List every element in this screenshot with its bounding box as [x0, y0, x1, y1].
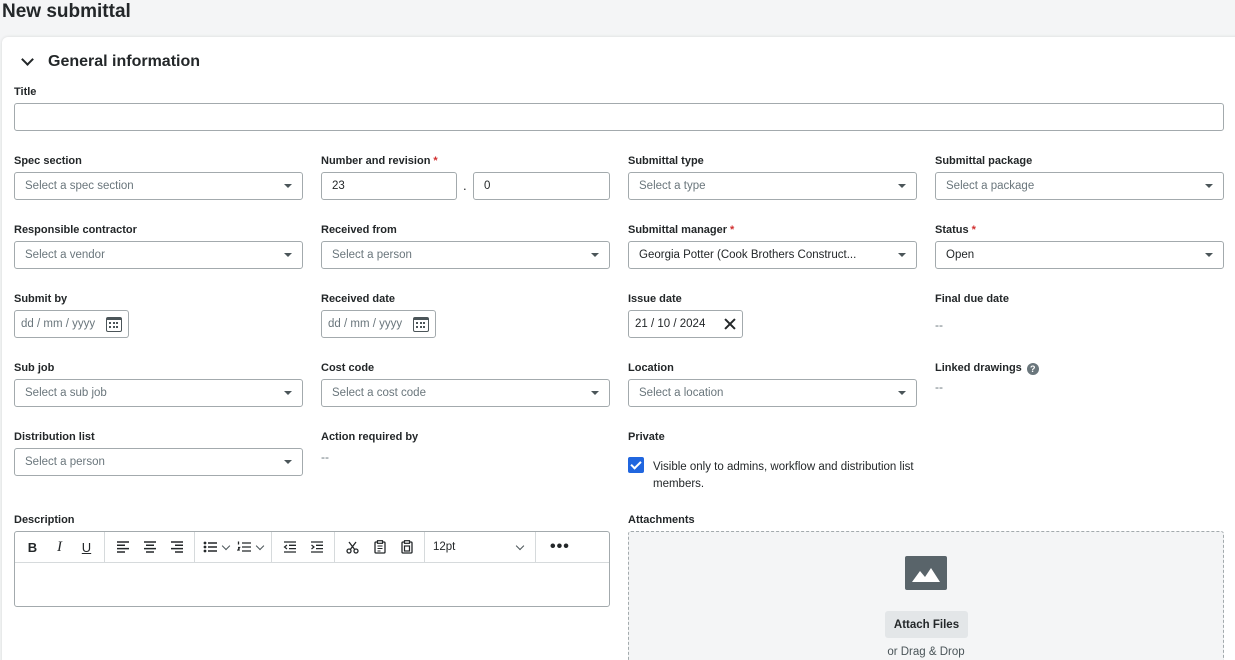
cost-code-select[interactable]: Select a cost code [321, 379, 610, 407]
attachments-dropzone[interactable]: Attach Files or Drag & Drop [628, 531, 1224, 660]
status-label: Status * [935, 224, 976, 236]
action-required-by-label: Action required by [321, 431, 419, 443]
private-checkbox[interactable] [628, 457, 644, 473]
align-center-icon[interactable] [136, 535, 163, 559]
help-icon[interactable]: ? [1026, 363, 1039, 375]
issue-date-input[interactable]: 21 / 10 / 2024 [628, 310, 743, 338]
caret-down-icon [284, 391, 292, 395]
cost-code-label: Cost code [321, 362, 375, 374]
attachments-label: Attachments [628, 514, 695, 526]
numbered-list-button[interactable] [233, 535, 267, 559]
description-label: Description [14, 514, 75, 526]
editor-toolbar: B I U 12pt ••• [15, 532, 609, 563]
distribution-list-label: Distribution list [14, 431, 95, 443]
responsible-contractor-select[interactable]: Select a vendor [14, 241, 303, 269]
caret-down-icon [284, 253, 292, 257]
outdent-icon[interactable] [276, 535, 303, 559]
caret-down-icon [898, 253, 906, 257]
numbered-list-icon [233, 535, 255, 559]
align-left-icon[interactable] [109, 535, 136, 559]
linked-drawings-value: -- [935, 380, 943, 394]
received-date-label: Received date [321, 293, 395, 305]
received-from-label: Received from [321, 224, 397, 236]
submit-by-date-input[interactable]: dd / mm / yyyy [14, 310, 129, 338]
number-revision-label: Number and revision * [321, 155, 438, 167]
submittal-type-label: Submittal type [628, 155, 704, 167]
image-icon [905, 556, 947, 590]
number-revision-separator: . [463, 178, 467, 193]
linked-drawings-label: Linked drawings? [935, 362, 1039, 375]
caret-down-icon [898, 184, 906, 188]
title-input[interactable] [14, 103, 1224, 131]
chevron-down-icon [255, 541, 265, 550]
caret-down-icon [1205, 184, 1213, 188]
submittal-type-select[interactable]: Select a type [628, 172, 917, 200]
status-select[interactable]: Open [935, 241, 1224, 269]
received-from-select[interactable]: Select a person [321, 241, 610, 269]
received-date-input[interactable]: dd / mm / yyyy [321, 310, 436, 338]
location-label: Location [628, 362, 674, 374]
calendar-icon[interactable] [413, 316, 429, 332]
copy-icon[interactable] [366, 535, 393, 559]
bullet-list-button[interactable] [199, 535, 233, 559]
sub-job-label: Sub job [14, 362, 55, 374]
clear-icon[interactable] [724, 318, 736, 330]
spec-section-select[interactable]: Select a spec section [14, 172, 303, 200]
number-input[interactable]: 23 [321, 172, 457, 200]
private-label: Private [628, 431, 665, 443]
location-select[interactable]: Select a location [628, 379, 917, 407]
page-title: New submittal [2, 1, 131, 22]
description-editor[interactable]: B I U 12pt ••• [14, 531, 610, 607]
calendar-icon[interactable] [106, 316, 122, 332]
caret-down-icon [284, 460, 292, 464]
submittal-package-label: Submittal package [935, 155, 1033, 167]
indent-icon[interactable] [303, 535, 330, 559]
chevron-down-icon [515, 541, 525, 550]
more-options-icon[interactable]: ••• [540, 538, 580, 556]
align-right-icon[interactable] [163, 535, 190, 559]
sub-job-select[interactable]: Select a sub job [14, 379, 303, 407]
responsible-contractor-label: Responsible contractor [14, 224, 137, 236]
final-due-date-value: -- [935, 318, 943, 332]
paste-icon[interactable] [393, 535, 420, 559]
revision-input[interactable]: 0 [473, 172, 610, 200]
section-header[interactable]: General information [20, 53, 200, 71]
caret-down-icon [591, 253, 599, 257]
italic-button[interactable]: I [46, 535, 73, 559]
submit-by-label: Submit by [14, 293, 68, 305]
caret-down-icon [898, 391, 906, 395]
action-required-by-value: -- [321, 450, 329, 464]
attach-files-button[interactable]: Attach Files [885, 611, 968, 638]
chevron-down-icon[interactable] [20, 54, 36, 70]
drag-drop-hint: or Drag & Drop [887, 646, 965, 658]
final-due-date-label: Final due date [935, 293, 1009, 305]
caret-down-icon [1205, 253, 1213, 257]
caret-down-icon [284, 184, 292, 188]
section-title: General information [48, 53, 201, 70]
font-size-select[interactable]: 12pt [425, 532, 535, 562]
caret-down-icon [591, 391, 599, 395]
bold-button[interactable]: B [19, 535, 46, 559]
cut-icon[interactable] [339, 535, 366, 559]
submittal-manager-select[interactable]: Georgia Potter (Cook Brothers Construct.… [628, 241, 917, 269]
submittal-package-select[interactable]: Select a package [935, 172, 1224, 200]
private-description: Visible only to admins, workflow and dis… [653, 461, 914, 490]
chevron-down-icon [221, 541, 231, 550]
submittal-manager-label: Submittal manager * [628, 224, 735, 236]
spec-section-label: Spec section [14, 155, 82, 167]
issue-date-label: Issue date [628, 293, 682, 305]
bullet-list-icon [199, 535, 221, 559]
title-label: Title [14, 86, 37, 98]
underline-button[interactable]: U [73, 535, 100, 559]
distribution-list-select[interactable]: Select a person [14, 448, 303, 476]
